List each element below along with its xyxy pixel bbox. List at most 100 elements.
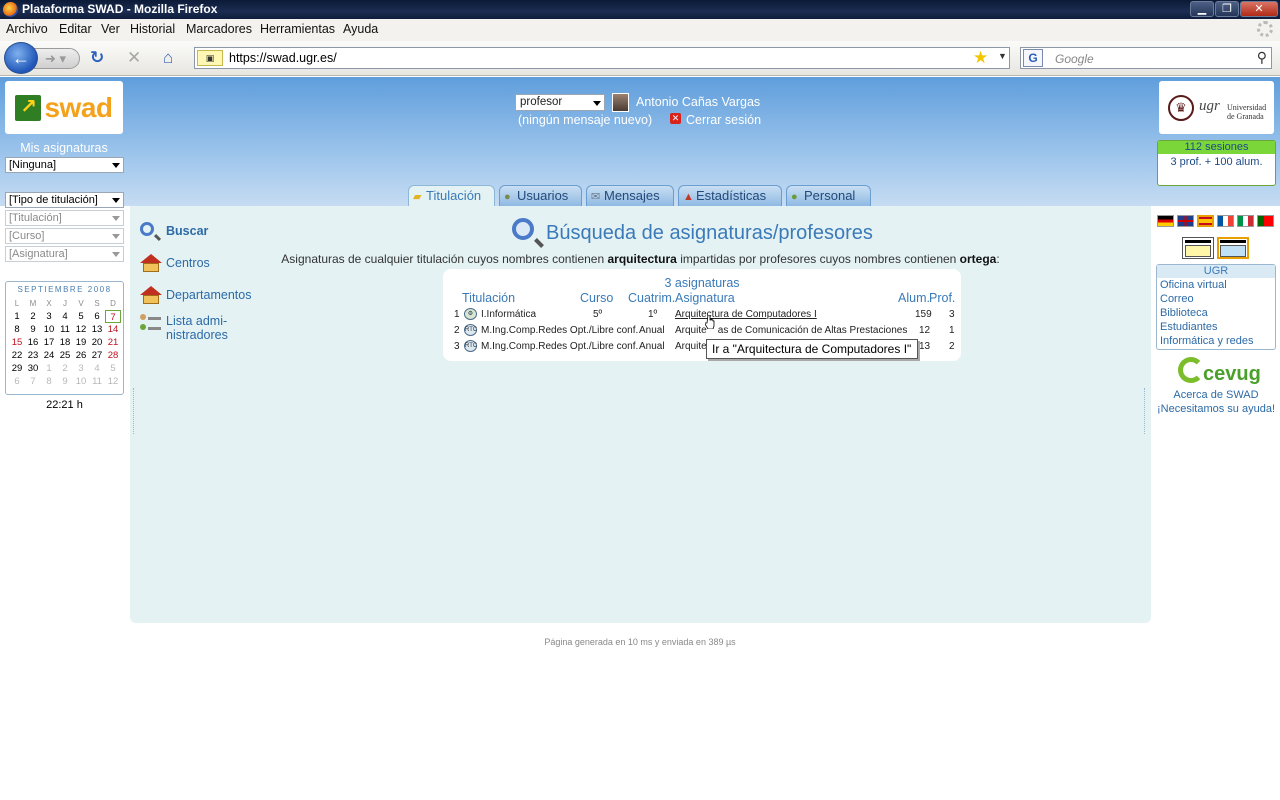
- calendar-day[interactable]: 9: [25, 323, 41, 336]
- calendar-day[interactable]: 5: [73, 310, 89, 323]
- swad-logo[interactable]: ↗ swad: [5, 81, 123, 134]
- col-curso[interactable]: Curso: [580, 291, 613, 305]
- calendar-day[interactable]: 29: [9, 362, 25, 375]
- tab-usuarios[interactable]: ● Usuarios: [499, 185, 582, 206]
- calendar-day[interactable]: 16: [25, 336, 41, 349]
- row-degree[interactable]: M.Ing.Comp.Redes Opt./Libre conf.: [481, 341, 638, 352]
- messages-status[interactable]: (ningún mensaje nuevo): [518, 113, 652, 127]
- home-icon[interactable]: ⌂: [163, 49, 173, 67]
- calendar-day[interactable]: 25: [57, 349, 73, 362]
- calendar-day[interactable]: 8: [9, 323, 25, 336]
- calendar-day[interactable]: 28: [105, 349, 121, 362]
- calendar-day[interactable]: 3: [41, 310, 57, 323]
- calendar-day[interactable]: 14: [105, 323, 121, 336]
- calendar-day[interactable]: 30: [25, 362, 41, 375]
- row-degree[interactable]: I.Informática: [481, 309, 536, 320]
- menu-historial[interactable]: Historial: [130, 22, 175, 36]
- search-engine-icon[interactable]: G: [1023, 49, 1043, 67]
- calendar-day[interactable]: 27: [89, 349, 105, 362]
- layout-1-column-icon[interactable]: [1182, 237, 1214, 259]
- row-subject-link[interactable]: Arquitectura de Computadores I: [675, 309, 817, 320]
- calendar-day[interactable]: 18: [57, 336, 73, 349]
- about-swad-link[interactable]: Acerca de SWAD: [1156, 389, 1276, 401]
- logout-link[interactable]: Cerrar sesión: [686, 113, 761, 127]
- french-flag-icon[interactable]: [1217, 215, 1234, 227]
- site-identity-icon[interactable]: ▣: [197, 50, 223, 66]
- english-flag-icon[interactable]: [1177, 215, 1194, 227]
- url-text[interactable]: https://swad.ugr.es/: [229, 51, 337, 65]
- italian-flag-icon[interactable]: [1237, 215, 1254, 227]
- portuguese-flag-icon[interactable]: [1257, 215, 1274, 227]
- degree-select[interactable]: [Titulación]: [5, 210, 124, 226]
- ugr-header[interactable]: UGR: [1157, 265, 1275, 278]
- logout-icon[interactable]: ✕: [670, 113, 681, 124]
- col-asignatura[interactable]: Asignatura: [675, 291, 735, 305]
- calendar-day[interactable]: 24: [41, 349, 57, 362]
- help-link[interactable]: ¡Necesitamos su ayuda!: [1156, 403, 1276, 415]
- tab-mensajes[interactable]: ✉ Mensajes: [586, 185, 674, 206]
- calendar-day[interactable]: 23: [25, 349, 41, 362]
- back-button[interactable]: ←: [4, 42, 38, 74]
- col-alum[interactable]: Alum.: [898, 291, 930, 305]
- menu-herramientas[interactable]: Herramientas: [260, 22, 335, 36]
- year-select[interactable]: [Curso]: [5, 228, 124, 244]
- calendar-day[interactable]: 26: [73, 349, 89, 362]
- calendar-day[interactable]: 10: [41, 323, 57, 336]
- col-cuatrim[interactable]: Cuatrim.: [628, 291, 675, 305]
- maximize-button[interactable]: ❐: [1215, 1, 1239, 17]
- layout-3-column-icon[interactable]: [1217, 237, 1249, 259]
- link-oficina-virtual[interactable]: Oficina virtual: [1160, 279, 1227, 291]
- calendar-day[interactable]: 1: [9, 310, 25, 323]
- user-name[interactable]: Antonio Cañas Vargas: [636, 95, 760, 109]
- link-biblioteca[interactable]: Biblioteca: [1160, 307, 1208, 319]
- url-bar[interactable]: ▣ https://swad.ugr.es/ ★ ▼: [194, 47, 1010, 69]
- search-placeholder[interactable]: Google: [1055, 52, 1094, 66]
- search-icon[interactable]: ⚲: [1257, 49, 1267, 66]
- calendar-day[interactable]: 6: [89, 310, 105, 323]
- calendar-day[interactable]: 17: [41, 336, 57, 349]
- search-bar[interactable]: G Google ⚲: [1020, 47, 1272, 69]
- menu-ayuda[interactable]: Ayuda: [343, 22, 378, 36]
- reload-icon[interactable]: ↻: [90, 49, 104, 67]
- bookmark-star-icon[interactable]: ★: [973, 48, 988, 68]
- calendar-day[interactable]: 2: [25, 310, 41, 323]
- tab-titulacion[interactable]: ▰ Titulación: [408, 185, 495, 207]
- col-prof[interactable]: Prof.: [929, 291, 955, 305]
- sessions-count[interactable]: 112 sesiones: [1158, 141, 1275, 154]
- calendar-day[interactable]: 15: [9, 336, 25, 349]
- role-select[interactable]: profesor: [515, 94, 605, 111]
- col-titulacion[interactable]: Titulación: [462, 291, 515, 305]
- forward-button[interactable]: ➜ ▾: [34, 48, 80, 69]
- close-window-button[interactable]: ✕: [1240, 1, 1278, 17]
- calendar-day[interactable]: 12: [73, 323, 89, 336]
- menu-marcadores[interactable]: Marcadores: [186, 22, 252, 36]
- link-estudiantes[interactable]: Estudiantes: [1160, 321, 1217, 333]
- calendar-day[interactable]: 4: [57, 310, 73, 323]
- spanish-flag-icon[interactable]: [1197, 215, 1214, 227]
- sessions-box[interactable]: 112 sesiones 3 prof. + 100 alum.: [1157, 140, 1276, 186]
- course-select[interactable]: [Ninguna]: [5, 157, 124, 173]
- calendar-day[interactable]: 21: [105, 336, 121, 349]
- calendar-day[interactable]: 7: [105, 310, 121, 323]
- stop-icon[interactable]: ✕: [127, 49, 141, 67]
- ugr-logo[interactable]: ♛ ugr Universidad de Granada: [1159, 81, 1274, 134]
- user-avatar[interactable]: [612, 93, 629, 112]
- calendar-day[interactable]: 22: [9, 349, 25, 362]
- sessions-detail[interactable]: 3 prof. + 100 alum.: [1158, 156, 1275, 168]
- subject-select[interactable]: [Asignatura]: [5, 246, 124, 262]
- calendar-day[interactable]: 13: [89, 323, 105, 336]
- minimize-button[interactable]: ▁: [1190, 1, 1214, 17]
- tab-personal[interactable]: ● Personal: [786, 185, 871, 206]
- menu-archivo[interactable]: Archivo: [6, 22, 48, 36]
- calendar-day[interactable]: 19: [73, 336, 89, 349]
- row-degree[interactable]: M.Ing.Comp.Redes Opt./Libre conf.: [481, 325, 638, 336]
- menu-editar[interactable]: Editar: [59, 22, 92, 36]
- degree-type-select[interactable]: [Tipo de titulación]: [5, 192, 124, 208]
- calendar-day[interactable]: 11: [57, 323, 73, 336]
- url-dropdown-icon[interactable]: ▼: [998, 51, 1007, 61]
- menu-ver[interactable]: Ver: [101, 22, 120, 36]
- german-flag-icon[interactable]: [1157, 215, 1174, 227]
- link-informatica[interactable]: Informática y redes: [1160, 335, 1254, 347]
- calendar-day[interactable]: 20: [89, 336, 105, 349]
- tab-estadisticas[interactable]: ▲ Estadísticas: [678, 185, 782, 206]
